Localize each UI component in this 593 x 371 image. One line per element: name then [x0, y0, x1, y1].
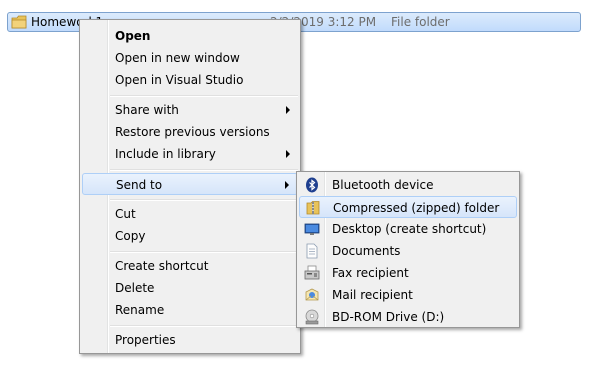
menu-item-label: Open [115, 29, 151, 43]
menu-item-label: Copy [115, 229, 146, 243]
menu-item-create-shortcut[interactable]: Create shortcut [82, 255, 298, 277]
menu-item-label: Share with [115, 103, 179, 117]
menu-item-label: Cut [115, 207, 136, 221]
menu-item-label: Properties [115, 333, 176, 347]
menu-item-label: Rename [115, 303, 165, 317]
menu-separator [110, 325, 298, 327]
sendto-item-label: Mail recipient [332, 288, 413, 302]
menu-item-open-new-window[interactable]: Open in new window [82, 47, 298, 69]
sendto-item-fax-recipient[interactable]: Fax recipient [299, 262, 517, 284]
sendto-item-label: Desktop (create shortcut) [332, 222, 487, 236]
menu-item-label: Open in Visual Studio [115, 73, 244, 87]
submenu-arrow-icon [286, 106, 290, 114]
menu-item-copy[interactable]: Copy [82, 225, 298, 247]
context-menu: Open Open in new window Open in Visual S… [79, 19, 301, 354]
sendto-item-bd-rom-drive[interactable]: BD-ROM Drive (D:) [299, 306, 517, 328]
menu-item-include-in-library[interactable]: Include in library [82, 143, 298, 165]
menu-item-label: Restore previous versions [115, 125, 270, 139]
menu-item-cut[interactable]: Cut [82, 203, 298, 225]
menu-item-share-with[interactable]: Share with [82, 99, 298, 121]
menu-separator [110, 169, 298, 171]
menu-item-send-to[interactable]: Send to [82, 173, 298, 195]
sendto-item-label: BD-ROM Drive (D:) [332, 310, 445, 324]
fax-icon [304, 265, 320, 280]
menu-item-open[interactable]: Open [82, 25, 298, 47]
sendto-item-label: Bluetooth device [332, 178, 434, 192]
menu-item-properties[interactable]: Properties [82, 329, 298, 351]
submenu-arrow-icon [286, 150, 290, 158]
sendto-item-label: Documents [332, 244, 401, 258]
sendto-submenu: Bluetooth device Compressed (zipped) fol… [296, 171, 520, 328]
mail-icon [305, 288, 319, 301]
menu-item-restore-previous-versions[interactable]: Restore previous versions [82, 121, 298, 143]
folder-icon [11, 15, 27, 29]
menu-item-open-visual-studio[interactable]: Open in Visual Studio [82, 69, 298, 91]
sendto-item-desktop[interactable]: Desktop (create shortcut) [299, 218, 517, 240]
menu-item-label: Open in new window [115, 51, 240, 65]
zip-folder-icon [306, 201, 320, 215]
menu-separator [110, 251, 298, 253]
sendto-item-label: Fax recipient [332, 266, 409, 280]
menu-item-label: Delete [115, 281, 155, 295]
desktop-icon [304, 223, 320, 235]
menu-separator [110, 95, 298, 97]
menu-item-delete[interactable]: Delete [82, 277, 298, 299]
sendto-item-mail-recipient[interactable]: Mail recipient [299, 284, 517, 306]
menu-item-label: Send to [116, 178, 163, 192]
file-type: File folder [391, 15, 450, 29]
submenu-arrow-icon [285, 181, 289, 189]
menu-item-label: Include in library [115, 147, 216, 161]
sendto-item-compressed-folder[interactable]: Compressed (zipped) folder [299, 196, 517, 218]
documents-icon [306, 243, 318, 259]
menu-item-rename[interactable]: Rename [82, 299, 298, 321]
menu-item-label: Create shortcut [115, 259, 209, 273]
disc-drive-icon [305, 309, 319, 325]
bluetooth-icon [306, 177, 318, 193]
sendto-item-bluetooth[interactable]: Bluetooth device [299, 174, 517, 196]
sendto-item-documents[interactable]: Documents [299, 240, 517, 262]
menu-separator [110, 199, 298, 201]
sendto-item-label: Compressed (zipped) folder [333, 201, 500, 215]
